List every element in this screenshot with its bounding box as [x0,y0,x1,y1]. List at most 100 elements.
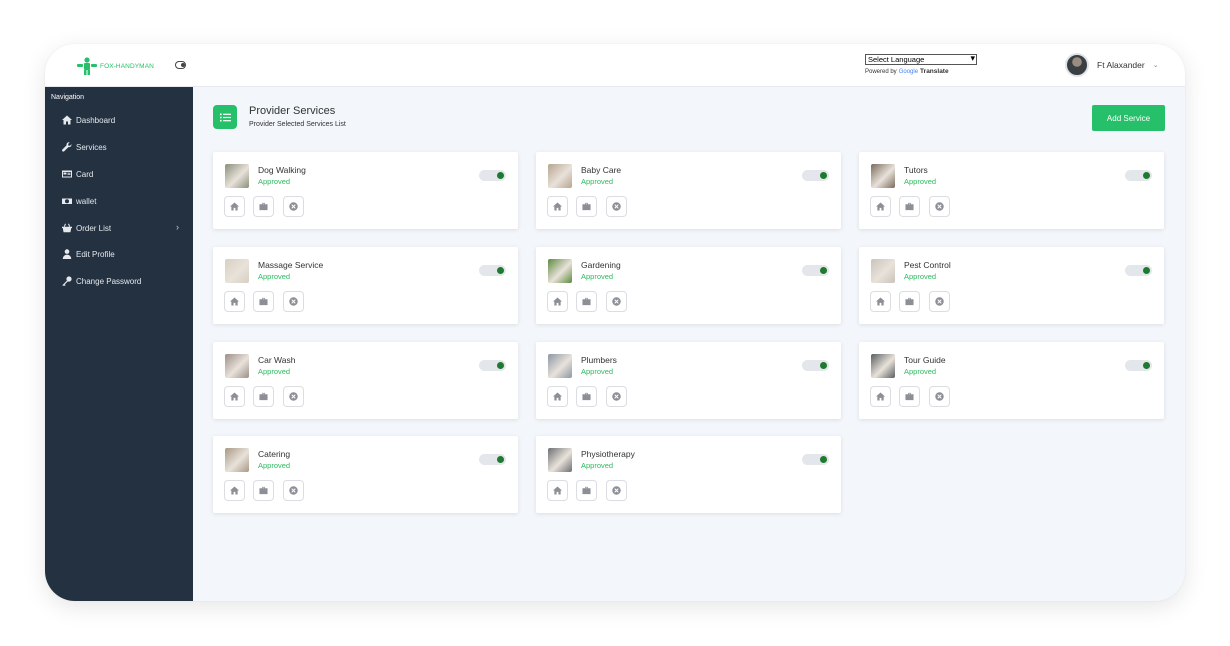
service-toggle[interactable] [1125,360,1152,371]
sidebar-item-edit-profile[interactable]: Edit Profile [61,247,185,261]
briefcase-action-button[interactable] [899,291,920,312]
remove-action-button[interactable] [929,291,950,312]
sidebar-item-card[interactable]: Card [61,167,185,181]
sidebar: Navigation Dashboard Services Card walle… [45,87,193,601]
home-action-button[interactable] [224,196,245,217]
briefcase-icon [582,297,591,306]
briefcase-action-button[interactable] [576,386,597,407]
home-icon [553,486,562,495]
toggle-knob [820,456,827,463]
briefcase-action-button[interactable] [576,196,597,217]
translate-link[interactable]: Translate [920,68,949,75]
service-status: Approved [581,461,614,470]
top-header: FOX-HANDYMAN Select Language Powered by … [45,44,1185,87]
service-toggle[interactable] [802,170,829,181]
wallet-icon [61,196,72,206]
service-toggle[interactable] [479,265,506,276]
remove-action-button[interactable] [929,386,950,407]
sidebar-item-wallet[interactable]: wallet [61,194,185,208]
service-name: Gardening [581,260,621,270]
logo-icon [77,57,97,75]
page-title: Provider Services [249,105,336,117]
service-toggle[interactable] [802,454,829,465]
service-toggle[interactable] [479,360,506,371]
briefcase-action-button[interactable] [576,291,597,312]
briefcase-icon [259,392,268,401]
toggle-knob [1143,362,1150,369]
remove-action-button[interactable] [606,291,627,312]
service-status: Approved [258,272,291,281]
briefcase-action-button[interactable] [899,386,920,407]
service-toggle[interactable] [1125,170,1152,181]
home-action-button[interactable] [870,291,891,312]
chevron-down-icon[interactable]: ⌄ [1153,61,1159,69]
sidebar-item-dashboard[interactable]: Dashboard [61,113,185,127]
service-toggle[interactable] [802,265,829,276]
app-frame: FOX-HANDYMAN Select Language Powered by … [45,44,1185,601]
home-action-button[interactable] [224,480,245,501]
home-action-button[interactable] [870,386,891,407]
service-toggle[interactable] [479,454,506,465]
close-circle-icon [935,392,944,401]
remove-action-button[interactable] [283,291,304,312]
home-action-button[interactable] [870,196,891,217]
home-action-button[interactable] [547,196,568,217]
sidebar-item-order-list[interactable]: Order List › [61,221,185,235]
briefcase-action-button[interactable] [253,386,274,407]
logo[interactable]: FOX-HANDYMAN [75,57,154,75]
logo-text: FOX-HANDYMAN [100,62,154,70]
language-select[interactable]: Select Language [865,53,977,65]
service-status: Approved [581,177,614,186]
avatar[interactable] [1065,53,1089,77]
powered-by-google: Powered by Google Translate [865,68,977,75]
remove-action-button[interactable] [929,196,950,217]
remove-action-button[interactable] [606,480,627,501]
user-name[interactable]: Ft Alaxander [1097,60,1145,70]
page-subtitle: Provider Selected Services List [249,121,346,128]
add-service-button[interactable]: Add Service [1092,105,1165,131]
service-toggle[interactable] [802,360,829,371]
user-menu[interactable]: Ft Alaxander ⌄ [1065,53,1159,77]
briefcase-action-button[interactable] [253,291,274,312]
briefcase-icon [259,202,268,211]
service-status: Approved [258,177,291,186]
home-action-button[interactable] [547,480,568,501]
sidebar-item-label: Order List [76,223,112,233]
wrench-icon [61,142,72,152]
remove-action-button[interactable] [283,196,304,217]
briefcase-action-button[interactable] [253,480,274,501]
home-action-button[interactable] [547,386,568,407]
service-status: Approved [581,272,614,281]
service-toggle[interactable] [479,170,506,181]
service-card: Gardening Approved [536,247,841,324]
home-icon [230,486,239,495]
close-circle-icon [612,486,621,495]
remove-action-button[interactable] [283,480,304,501]
language-widget: Select Language Powered by Google Transl… [865,53,977,75]
toggle-knob [497,172,504,179]
home-action-button[interactable] [224,386,245,407]
home-icon [61,115,72,125]
service-card: Physiotherapy Approved [536,436,841,513]
service-thumbnail [225,354,249,378]
home-action-button[interactable] [224,291,245,312]
briefcase-action-button[interactable] [899,196,920,217]
theme-toggle-icon[interactable] [175,61,186,69]
card-icon [61,169,72,179]
home-action-button[interactable] [547,291,568,312]
briefcase-action-button[interactable] [253,196,274,217]
sidebar-item-change-password[interactable]: Change Password [61,274,185,288]
briefcase-action-button[interactable] [576,480,597,501]
remove-action-button[interactable] [283,386,304,407]
remove-action-button[interactable] [606,386,627,407]
home-icon [553,202,562,211]
home-icon [876,202,885,211]
sidebar-item-services[interactable]: Services [61,140,185,154]
remove-action-button[interactable] [606,196,627,217]
service-toggle[interactable] [1125,265,1152,276]
service-thumbnail [225,164,249,188]
service-card: Dog Walking Approved [213,152,518,229]
service-card: Baby Care Approved [536,152,841,229]
service-thumbnail [225,448,249,472]
service-card: Catering Approved [213,436,518,513]
